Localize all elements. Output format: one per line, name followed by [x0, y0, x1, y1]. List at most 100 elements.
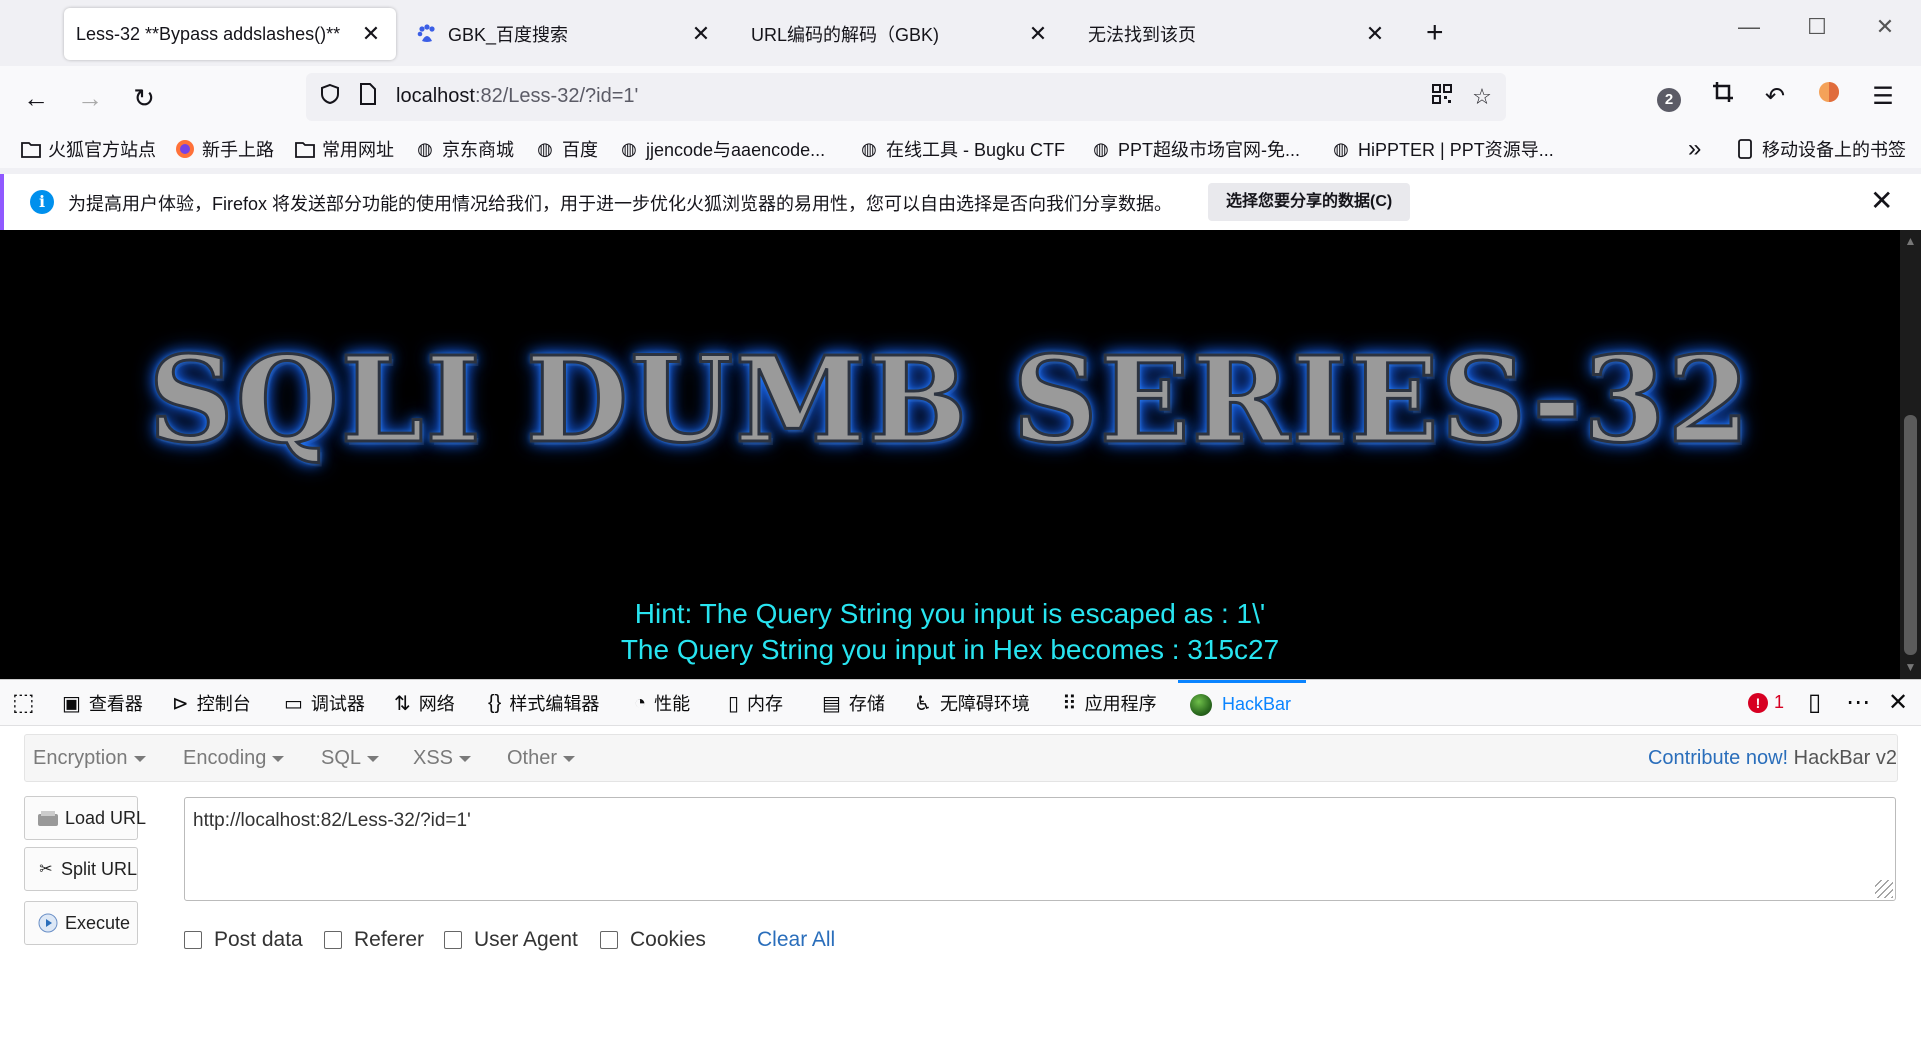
tab-style-editor[interactable]: {} 样式编辑器 [488, 680, 599, 726]
clear-all-link[interactable]: Clear All [757, 928, 835, 952]
network-icon: ⇅ [394, 692, 411, 715]
bookmark-item[interactable]: 火狐官方站点 [20, 134, 156, 164]
bookmark-item[interactable]: ◍ jjencode与aaencode... [618, 134, 825, 164]
forward-button[interactable]: → [72, 80, 108, 116]
execute-button[interactable]: Execute [24, 901, 138, 945]
menu-sql[interactable]: SQL [321, 747, 380, 770]
hackbar-url-textarea[interactable]: http://localhost:82/Less-32/?id=1' [184, 797, 1896, 901]
more-options-icon[interactable]: ⋯ [1846, 688, 1870, 717]
bookmark-item[interactable]: ◍ HiPPTER | PPT资源导... [1330, 134, 1554, 164]
caret-down-icon [272, 755, 285, 762]
notification-bar: i 为提高用户体验，Firefox 将发送部分功能的使用情况给我们，用于进一步优… [0, 174, 1921, 230]
reload-button[interactable]: ↻ [126, 80, 162, 116]
tab-network[interactable]: ⇅ 网络 [394, 680, 455, 726]
tab-console[interactable]: ⊳ 控制台 [172, 680, 251, 726]
style-editor-icon: {} [488, 691, 502, 714]
minimize-button[interactable]: — [1726, 14, 1772, 40]
tab-less-32[interactable]: Less-32 **Bypass addslashes()** ✕ [64, 8, 396, 60]
resize-handle[interactable] [1875, 880, 1893, 898]
element-picker-icon[interactable]: ⬚ [12, 688, 35, 717]
undo-icon[interactable]: ↶ [1758, 80, 1792, 114]
tab-accessibility[interactable]: ♿ 无障碍环境 [914, 680, 1030, 726]
tab-label: Less-32 **Bypass addslashes()** [76, 23, 341, 44]
page-title-banner: SQLI DUMB SERIES-32 [147, 329, 1752, 471]
devtools-toolbar: ⬚ ▣ 查看器 ⊳ 控制台 ▭ 调试器 ⇅ 网络 {} 样式编辑器 ◔ 性能 ▯ 内存 ▤ 存储… [0, 680, 1921, 726]
bookmark-item[interactable]: ◍ 百度 [534, 134, 598, 164]
cookies-checkbox[interactable]: Cookies [600, 928, 706, 952]
tab-hackbar[interactable]: HackBar [1178, 680, 1306, 726]
window-close-button[interactable]: ✕ [1862, 14, 1908, 40]
tab-performance[interactable]: ◔ 性能 [634, 680, 690, 726]
scissors-icon: ✂ [39, 861, 53, 878]
globe-icon: ◍ [621, 138, 637, 159]
account-badge[interactable]: 2 [1652, 80, 1686, 114]
tab-strip: Less-32 **Bypass addslashes()** ✕ GBK_百度… [0, 0, 1921, 66]
bookmark-item[interactable]: ◍ 在线工具 - Bugku CTF [858, 134, 1065, 164]
tab-not-found[interactable]: 无法找到该页 ✕ [1088, 8, 1400, 60]
tab-url-decode[interactable]: URL编码的解码（GBK) ✕ [751, 8, 1063, 60]
menu-other[interactable]: Other [507, 747, 576, 770]
bookmark-item[interactable]: 新手上路 [174, 134, 274, 164]
scroll-down-icon[interactable]: ▼ [1900, 660, 1921, 674]
debugger-icon: ▭ [284, 692, 303, 715]
tab-gbk-baidu[interactable]: GBK_百度搜索 ✕ [414, 8, 726, 60]
arrow-left-icon: ← [23, 83, 49, 113]
browser-window: Less-32 **Bypass addslashes()** ✕ GBK_百度… [0, 0, 1921, 1057]
hackbar-icon [1190, 693, 1212, 716]
bookmark-item[interactable]: ◍ PPT超级市场官网-免... [1090, 134, 1300, 164]
mobile-bookmarks[interactable]: 移动设备上的书签 [1734, 134, 1906, 164]
page-content: SQLI DUMB SERIES-32 Hint: The Query Stri… [0, 230, 1900, 679]
responsive-design-icon[interactable]: ▯ [1808, 688, 1821, 717]
page-icon[interactable] [354, 83, 382, 111]
error-icon: ! [1748, 692, 1768, 713]
shield-icon[interactable] [316, 83, 344, 111]
qr-code-icon[interactable] [1428, 83, 1456, 111]
tab-storage[interactable]: ▤ 存储 [822, 680, 885, 726]
firefox-icon [174, 138, 196, 160]
storage-icon: ▤ [822, 692, 841, 715]
post-data-checkbox[interactable]: Post data [184, 928, 303, 952]
bookmark-star-icon[interactable]: ☆ [1468, 83, 1496, 111]
crop-icon[interactable] [1706, 80, 1740, 114]
close-icon[interactable]: ✕ [1362, 21, 1388, 47]
hackbar-menu: Encryption Encoding SQL XSS Other Contri… [24, 734, 1898, 782]
tab-label: 无法找到该页 [1088, 25, 1196, 45]
menu-encryption[interactable]: Encryption [33, 747, 146, 770]
referer-checkbox[interactable]: Referer [324, 928, 424, 952]
split-url-button[interactable]: ✂ Split URL [24, 847, 138, 891]
inspector-icon: ▣ [62, 692, 81, 715]
menu-xss[interactable]: XSS [413, 747, 472, 770]
menu-icon[interactable]: ☰ [1866, 80, 1900, 114]
close-icon[interactable]: ✕ [1870, 184, 1893, 218]
bookmarks-overflow-button[interactable]: » [1688, 134, 1701, 164]
user-agent-checkbox[interactable]: User Agent [444, 928, 578, 952]
close-icon[interactable]: ✕ [1888, 688, 1908, 717]
scroll-up-icon[interactable]: ▲ [1900, 234, 1921, 248]
tab-inspector[interactable]: ▣ 查看器 [62, 680, 143, 726]
close-icon[interactable]: ✕ [1025, 21, 1051, 47]
close-icon[interactable]: ✕ [688, 21, 714, 47]
bookmark-item[interactable]: ◍ 京东商城 [414, 134, 514, 164]
tab-application[interactable]: ⠿ 应用程序 [1062, 680, 1157, 726]
page-scrollbar[interactable]: ▲ ▼ [1900, 230, 1921, 679]
close-icon[interactable]: ✕ [358, 21, 384, 47]
info-icon: i [30, 190, 54, 214]
bookmark-item[interactable]: 常用网址 [294, 134, 394, 164]
contribute-link[interactable]: Contribute now! HackBar v2 [1648, 747, 1897, 770]
scrollbar-thumb[interactable] [1904, 415, 1917, 655]
error-count-badge[interactable]: ! 1 [1748, 692, 1784, 713]
back-button[interactable]: ← [18, 80, 54, 116]
url-bar[interactable]: localhost:82/Less-32/?id=1' ☆ [306, 73, 1506, 121]
maximize-button[interactable]: ☐ [1794, 14, 1840, 40]
load-url-button[interactable]: Load URL [24, 796, 146, 840]
performance-icon: ◔ [634, 691, 647, 714]
url-text[interactable]: localhost:82/Less-32/?id=1' [396, 85, 638, 108]
menu-encoding[interactable]: Encoding [183, 747, 285, 770]
tab-memory[interactable]: ▯ 内存 [728, 680, 783, 726]
accessibility-icon: ♿ [914, 692, 932, 715]
new-tab-button[interactable]: + [1426, 18, 1444, 48]
tab-debugger[interactable]: ▭ 调试器 [284, 680, 365, 726]
folder-icon [294, 138, 316, 160]
extension-icon[interactable] [1812, 80, 1846, 114]
choose-data-button[interactable]: 选择您要分享的数据(C) [1208, 183, 1411, 221]
